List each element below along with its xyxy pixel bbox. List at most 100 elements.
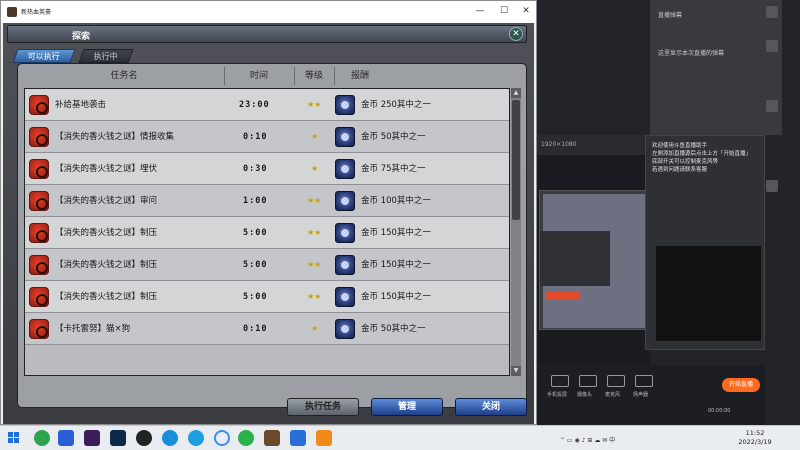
task-name: 【消失的香火钱之谜】制压 (55, 260, 158, 270)
reward-icon (335, 319, 355, 339)
task-row[interactable]: 【消失的香火钱之谜】制压 5:00 ★★ 金币 150其中之一 (25, 281, 509, 313)
task-time: 5:00 (243, 228, 268, 238)
toolbar-label: 手机投屏 (547, 392, 568, 398)
windows-start-icon[interactable] (6, 430, 22, 446)
task-list: 补给基地袭击 23:00 ★★ 金币 250其中之一 【消失的香火钱之谜】情报收… (24, 88, 510, 376)
column-level: 等级 (304, 71, 323, 81)
close-window-button[interactable]: ✕ (519, 4, 533, 18)
task-reward: 金币 50其中之一 (361, 324, 426, 334)
app-icon-blue[interactable] (58, 430, 74, 446)
scroll-up-icon[interactable]: ▲ (511, 88, 521, 98)
phone-cast-icon[interactable] (551, 375, 569, 387)
premiere-icon[interactable] (84, 430, 100, 446)
task-name: 【卡托雷努】猫×狗 (55, 324, 131, 334)
task-icon (29, 159, 49, 179)
execute-task-button[interactable]: 执行任务 (287, 398, 359, 416)
task-row[interactable]: 【消失的香火钱之谜】制压 5:00 ★★ 金币 150其中之一 (25, 217, 509, 249)
task-icon (29, 191, 49, 211)
stream-timer: 00:00:00 (708, 408, 731, 414)
preview-button (546, 291, 580, 300)
task-row[interactable]: 【卡托雷努】猫×狗 0:10 ★ 金币 50其中之一 (25, 313, 509, 345)
tab-label: 可以执行 (27, 52, 60, 61)
edge-icon[interactable] (162, 430, 178, 446)
qq-icon[interactable] (136, 430, 152, 446)
app-icon-green[interactable] (34, 430, 50, 446)
preview-header: 1920×1080 (535, 135, 650, 155)
reward-icon (335, 223, 355, 243)
game-window: 新热血英豪 — ☐ ✕ 探索 ✕ 可以执行 执行中 任务名 时间 等级 报酬 补… (0, 0, 537, 425)
camera-icon[interactable] (579, 375, 597, 387)
task-time: 23:00 (239, 100, 270, 110)
star-icon: ★★ (307, 292, 322, 301)
scroll-thumb[interactable] (512, 100, 520, 220)
dialog-title: 探索 (72, 32, 91, 42)
app-icon-orange[interactable] (316, 430, 332, 446)
tab-executable[interactable]: 可以执行 (12, 49, 76, 63)
window-title: 新热血英豪 (21, 9, 52, 16)
task-time: 5:00 (243, 260, 268, 270)
reward-icon (335, 191, 355, 211)
help-popup: 欢迎使用斗鱼直播助手 左侧添加直播源后点击上方「开始直播」 底部开关可以控制麦克… (645, 135, 765, 350)
task-reward: 金币 75其中之一 (361, 164, 426, 174)
column-reward: 报酬 (350, 71, 369, 81)
toolbar-label: 麦克风 (605, 392, 621, 398)
task-list-scrollbar[interactable]: ▲ ▼ (511, 88, 521, 376)
maximize-button[interactable]: ☐ (497, 4, 511, 18)
minimize-button[interactable]: — (473, 4, 487, 18)
column-name: 任务名 (110, 71, 138, 81)
star-icon: ★★ (307, 100, 322, 109)
task-icon (29, 319, 49, 339)
star-icon: ★ (311, 132, 319, 141)
task-time: 5:00 (243, 292, 268, 302)
go-live-button[interactable]: 开始直播 (722, 378, 760, 392)
side-button[interactable] (766, 100, 778, 112)
reward-icon (335, 127, 355, 147)
column-time: 时间 (249, 71, 268, 81)
task-name: 补给基地袭击 (55, 100, 107, 110)
clock[interactable]: 11:52 2022/3/19 (735, 429, 775, 447)
app-icon-bird[interactable] (290, 430, 306, 446)
browser-icon[interactable] (188, 430, 204, 446)
help-image (656, 246, 761, 341)
scroll-down-icon[interactable]: ▼ (511, 366, 521, 376)
photoshop-icon[interactable] (110, 430, 126, 446)
help-line: 左侧添加直播源后点击上方「开始直播」 (652, 151, 752, 157)
task-icon (29, 95, 49, 115)
task-time: 0:10 (243, 324, 268, 334)
reward-icon (335, 159, 355, 179)
task-row[interactable]: 【消失的香火钱之谜】审问 1:00 ★★ 金币 100其中之一 (25, 185, 509, 217)
tab-in-progress[interactable]: 执行中 (78, 49, 134, 63)
task-row[interactable]: 【消失的香火钱之谜】制压 5:00 ★★ 金币 150其中之一 (25, 249, 509, 281)
reward-icon (335, 287, 355, 307)
dialog-close-icon[interactable]: ✕ (509, 27, 523, 41)
side-button[interactable] (766, 40, 778, 52)
task-panel: 任务名 时间 等级 报酬 补给基地袭击 23:00 ★★ 金币 250其中之一 (17, 63, 527, 408)
wechat-icon[interactable] (238, 430, 254, 446)
side-button[interactable] (766, 180, 778, 192)
manage-button[interactable]: 管理 (371, 398, 443, 416)
chat-line: 这里显示本次直播的弹幕 (658, 50, 725, 57)
chrome-icon[interactable] (214, 430, 230, 446)
speaker-icon[interactable] (635, 375, 653, 387)
tray-icons[interactable]: ⌃ ▭ ◉ ♪ ⊞ ☁ ✉ 中 (560, 435, 615, 444)
game-app-icon[interactable] (264, 430, 280, 446)
task-time: 1:00 (243, 196, 268, 206)
task-name: 【消失的香火钱之谜】制压 (55, 228, 158, 238)
app-icon (7, 7, 17, 17)
side-button[interactable] (766, 6, 778, 18)
task-row[interactable]: 【消失的香火钱之谜】埋伏 0:30 ★ 金币 75其中之一 (25, 153, 509, 185)
toolbar-label: 摄像头 (577, 392, 593, 398)
dialog-close-button[interactable]: 关闭 (455, 398, 527, 416)
tab-label: 执行中 (93, 52, 118, 61)
task-name: 【消失的香火钱之谜】情报收集 (55, 132, 175, 142)
clock-time: 11:52 (745, 429, 765, 437)
task-row[interactable]: 【消失的香火钱之谜】情报收集 0:10 ★ 金币 50其中之一 (25, 121, 509, 153)
task-reward: 金币 100其中之一 (361, 196, 431, 206)
chat-header: 直播弹幕 (658, 12, 683, 19)
star-icon: ★★ (307, 260, 322, 269)
windows-taskbar: ⌃ ▭ ◉ ♪ ⊞ ☁ ✉ 中 11:52 2022/3/19 (0, 425, 800, 450)
task-name: 【消失的香火钱之谜】审问 (55, 196, 158, 206)
task-row[interactable]: 补给基地袭击 23:00 ★★ 金币 250其中之一 (25, 89, 509, 121)
side-buttons (764, 0, 780, 230)
microphone-icon[interactable] (607, 375, 625, 387)
